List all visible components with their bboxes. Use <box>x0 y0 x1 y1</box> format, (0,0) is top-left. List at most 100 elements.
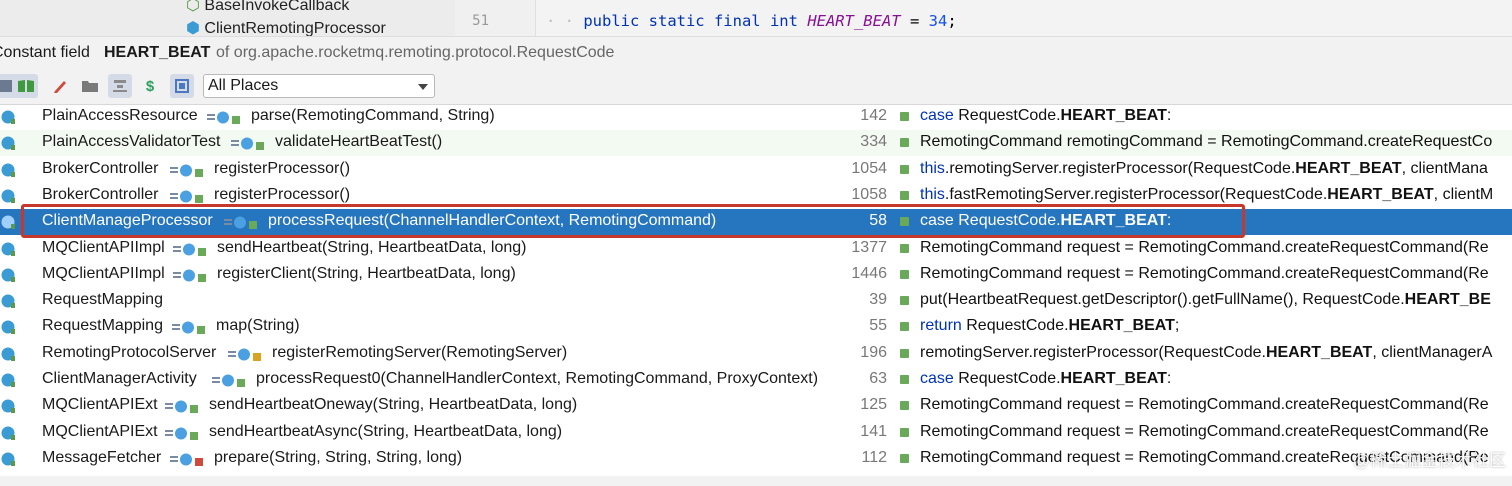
usage-method: validateHeartBeatTest() <box>275 133 443 151</box>
modifier-icon <box>224 216 260 230</box>
source-match: HEART_BEAT <box>1327 185 1434 203</box>
source-line-icon <box>900 348 909 358</box>
merge-icon[interactable] <box>170 74 194 98</box>
chevron-down-icon <box>418 84 428 90</box>
usage-class-name: MessageFetcher <box>42 448 162 466</box>
watermark: @稀土掘金技术社区 <box>1352 451 1506 470</box>
source-text-tail: : <box>1166 370 1172 387</box>
usage-class-name: RequestMapping <box>42 317 163 335</box>
dollar-icon[interactable]: $ <box>138 74 162 98</box>
source-text: put(HeartbeatRequest.getDescriptor().get… <box>920 291 1405 309</box>
class-icon <box>1 189 15 203</box>
status-bar <box>0 476 1512 486</box>
modifier-icon <box>170 453 206 466</box>
header-field-name: HEART_BEAT <box>104 44 211 61</box>
code-line[interactable]: · · public static final int HEART_BEAT =… <box>546 12 957 30</box>
usage-source-code: put(HeartbeatRequest.getDescriptor().get… <box>920 291 1491 309</box>
tree-item-label: BaseInvokeCallback <box>204 0 350 14</box>
usage-row[interactable]: MQClientAPIExt sendHeartbeatOneway(String… <box>0 393 1512 419</box>
source-line-icon <box>900 296 909 306</box>
usage-row[interactable]: RequestMapping map(String) 55 return Reques… <box>0 314 1512 340</box>
usage-row[interactable]: MQClientAPIImpl registerClient(String, He… <box>0 262 1512 288</box>
source-line-icon <box>900 427 909 437</box>
class-icon <box>1 215 15 230</box>
usage-row[interactable]: RemotingProtocolServer registerRemotingSe… <box>0 341 1512 367</box>
code-value: 34 <box>928 12 948 30</box>
usage-class-name: MQClientAPIImpl <box>42 264 165 282</box>
source-match: HEART_BEAT <box>1060 370 1167 387</box>
usage-source-code: this.remotingServer.registerProcessor(Re… <box>920 160 1488 178</box>
usage-line-number: 1377 <box>851 238 887 256</box>
usage-row[interactable]: ClientManageProcessor processRequest(Chan… <box>0 209 1512 236</box>
source-text: .fastRemotingServer.registerProcessor(Re… <box>944 185 1328 203</box>
tree-item[interactable]: ⬢ ClientRemotingProcessor <box>186 18 386 36</box>
usage-class-name: BrokerController <box>42 159 159 177</box>
usage-method: processRequest0(ChannelHandlerContext, R… <box>256 370 819 387</box>
usage-method: registerClient(String, HeartbeatData, lo… <box>217 264 516 282</box>
class-icon <box>1 347 15 361</box>
source-text-tail: , clientManagerA <box>1372 343 1493 361</box>
usage-method: prepare(String, String, String, long) <box>214 448 463 466</box>
usage-method: sendHeartbeatOneway(String, HeartbeatDat… <box>209 396 578 414</box>
source-text: RemotingCommand request = RemotingComman… <box>920 264 1489 282</box>
modifier-icon <box>212 374 248 387</box>
code-end: ; <box>947 12 957 30</box>
project-tree: ⬡ BaseInvokeCallback ⬢ ClientRemotingPro… <box>0 0 455 36</box>
usages-header: Constant field HEART_BEAT of org.apache.… <box>0 36 1512 69</box>
source-text: RemotingCommand request = RemotingComman… <box>920 396 1489 414</box>
usage-source-code: RemotingCommand remotingCommand = Remoti… <box>920 133 1492 151</box>
header-prefix: Constant field <box>0 44 90 61</box>
usage-line-number: 125 <box>860 396 887 414</box>
source-line-icon <box>900 322 909 332</box>
tree-item[interactable]: ⬡ BaseInvokeCallback <box>186 0 349 15</box>
pencil-icon[interactable] <box>48 74 72 98</box>
usage-method: registerRemotingServer(RemotingServer) <box>272 343 568 361</box>
source-text: RequestCode. <box>953 212 1061 230</box>
usage-method: registerProcessor() <box>214 159 351 177</box>
usage-class-name: RemotingProtocolServer <box>42 343 217 361</box>
line-gutter: 51 <box>455 0 536 36</box>
class-icon <box>1 452 15 466</box>
usage-row[interactable]: BrokerController registerProcessor() 1054 t… <box>0 157 1512 183</box>
usage-class-name: MQClientAPIImpl <box>42 238 165 256</box>
usage-line-number: 39 <box>869 291 887 309</box>
usage-row[interactable]: RequestMapping 39 put(HeartbeatRequest.get… <box>0 288 1512 314</box>
modifier-icon <box>172 321 208 335</box>
source-line-icon <box>900 164 909 174</box>
usage-source-code: this.fastRemotingServer.registerProcesso… <box>920 186 1493 204</box>
usage-source-code: remotingServer.registerProcessor(Request… <box>920 344 1492 362</box>
scope-select[interactable]: All Places <box>203 74 435 98</box>
usage-row[interactable]: PlainAccessValidatorTest validateHeartBea… <box>0 130 1512 157</box>
modifier-icon <box>228 348 264 361</box>
class-icon <box>1 320 15 335</box>
usage-line-number: 55 <box>869 317 887 335</box>
usage-source-code: case RequestCode.HEART_BEAT: <box>920 370 1171 388</box>
editor-background: ⬡ BaseInvokeCallback ⬢ ClientRemotingPro… <box>0 0 1512 36</box>
modifier-icon <box>173 243 209 256</box>
source-match: HEART_BEAT <box>1060 212 1167 230</box>
usage-row[interactable]: ClientManagerActivity processRequest0(Cha… <box>0 367 1512 393</box>
usage-line-number: 334 <box>860 133 887 151</box>
usages-toolbar: $ All Places <box>0 68 1512 105</box>
usage-method: sendHeartbeatAsync(String, HeartbeatData… <box>209 422 563 440</box>
usage-row[interactable]: MQClientAPIExt sendHeartbeatAsync(String,… <box>0 420 1512 446</box>
usage-row[interactable]: BrokerController registerProcessor() 1058 t… <box>0 183 1512 209</box>
class-icon <box>1 399 15 414</box>
usage-method: sendHeartbeat(String, HeartbeatData, lon… <box>217 238 527 256</box>
class-icon <box>1 268 15 282</box>
source-line-icon <box>900 243 909 253</box>
class-icon <box>1 294 15 309</box>
modifier-icon <box>173 269 209 282</box>
modifier-icon <box>165 427 201 440</box>
folder-icon[interactable] <box>78 74 102 98</box>
filter-icon[interactable] <box>108 74 132 98</box>
source-text-tail: ; <box>1174 317 1180 335</box>
book-icon[interactable] <box>14 74 38 98</box>
source-line-icon <box>900 190 909 200</box>
usage-row[interactable]: PlainAccessResource parse(RemotingCommand… <box>0 104 1512 130</box>
usage-row[interactable]: MQClientAPIImpl sendHeartbeat(String, Hea… <box>0 236 1512 262</box>
modifier-icon <box>207 111 243 124</box>
source-line-icon <box>900 375 909 384</box>
usage-row[interactable]: MessageFetcher prepare(String, String, St… <box>0 446 1512 472</box>
usage-line-number: 141 <box>860 422 887 440</box>
